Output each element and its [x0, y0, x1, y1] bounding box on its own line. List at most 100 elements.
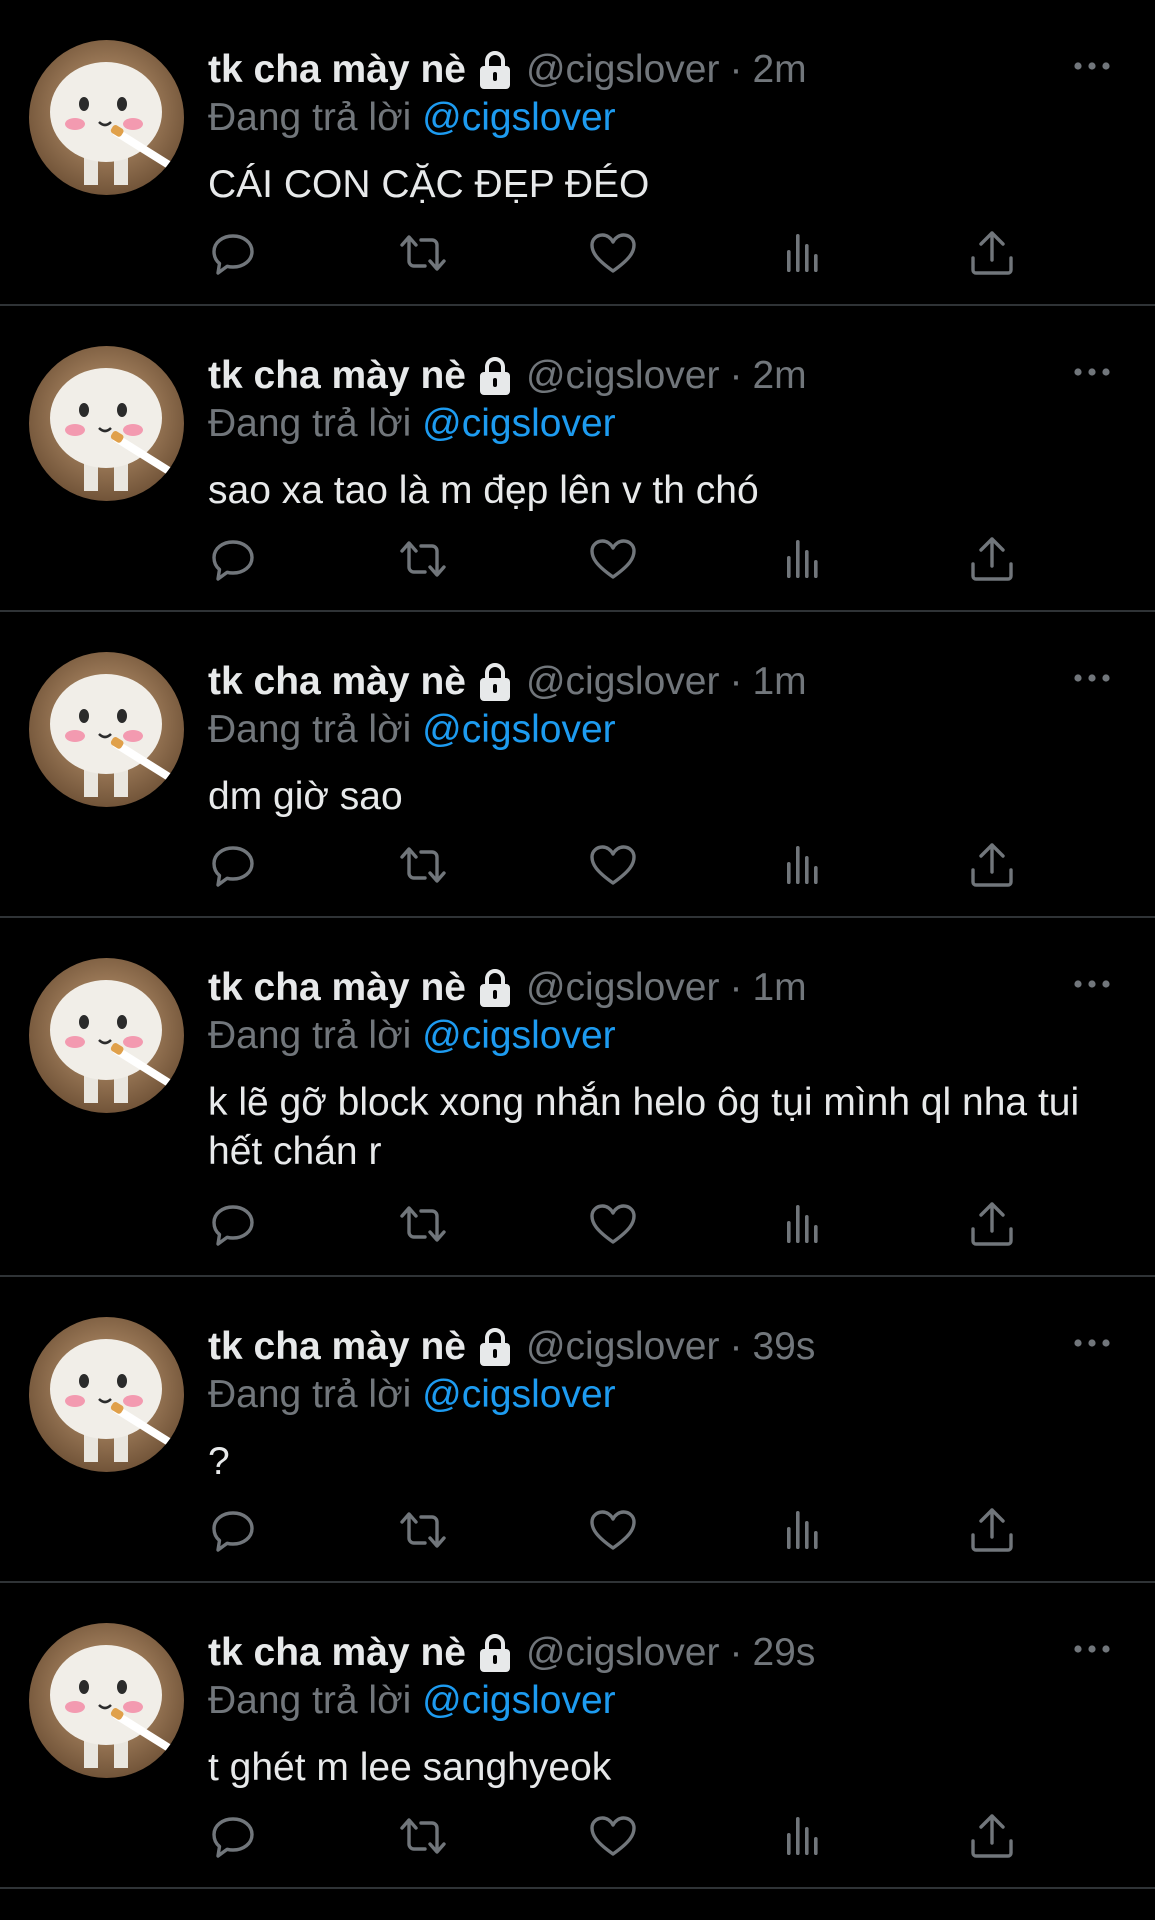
display-name[interactable]: tk cha mày nè — [208, 658, 466, 706]
separator-dot: · — [729, 354, 743, 397]
more-icon[interactable] — [1072, 1333, 1112, 1353]
reply-mention-link[interactable]: @cigslover — [422, 1014, 615, 1057]
user-handle[interactable]: @cigslover — [526, 352, 719, 400]
like-icon[interactable] — [588, 840, 638, 890]
reply-mention-link[interactable]: @cigslover — [422, 1679, 615, 1722]
tweet-text: sao xa tao là m đẹp lên v th chó — [208, 469, 759, 512]
separator-dot: · — [729, 966, 743, 1009]
more-icon[interactable] — [1072, 362, 1112, 382]
tweet[interactable]: tk cha mày nè @cigslover · 29s Đang trả … — [0, 1583, 1155, 1889]
tweet-text: k lẽ gỡ block xong nhắn helo ôg tụi mình… — [208, 1081, 1080, 1173]
tweet-header: tk cha mày nè @cigslover · 2m — [208, 352, 807, 400]
share-icon[interactable] — [967, 1811, 1017, 1861]
lock-icon — [478, 1327, 512, 1367]
reply-context: Đang trả lời @cigslover — [208, 1012, 616, 1060]
reply-prefix: Đang trả lời — [208, 1373, 412, 1416]
lock-icon — [478, 968, 512, 1008]
like-icon[interactable] — [588, 1505, 638, 1555]
more-icon[interactable] — [1072, 668, 1112, 688]
more-icon[interactable] — [1072, 1639, 1112, 1659]
reply-feed: tk cha mày nè @cigslover · 2m Đang trả l… — [0, 0, 1155, 1920]
more-icon[interactable] — [1072, 56, 1112, 76]
avatar[interactable] — [29, 1623, 184, 1778]
tweet-header: tk cha mày nè @cigslover · 1m — [208, 964, 807, 1012]
action-bar — [208, 1199, 1020, 1249]
share-icon[interactable] — [967, 1199, 1017, 1249]
timestamp[interactable]: 39s — [752, 1323, 815, 1371]
user-handle[interactable]: @cigslover — [526, 1629, 719, 1677]
share-icon[interactable] — [967, 534, 1017, 584]
views-icon[interactable] — [777, 228, 827, 278]
display-name[interactable]: tk cha mày nè — [208, 1323, 466, 1371]
display-name[interactable]: tk cha mày nè — [208, 352, 466, 400]
timestamp[interactable]: 2m — [752, 46, 806, 94]
user-handle[interactable]: @cigslover — [526, 658, 719, 706]
separator-dot: · — [729, 48, 743, 91]
retweet-icon[interactable] — [398, 228, 448, 278]
lock-icon — [478, 1633, 512, 1673]
separator-dot: · — [729, 1631, 743, 1674]
action-bar — [208, 840, 1020, 890]
views-icon[interactable] — [777, 534, 827, 584]
lock-icon — [478, 356, 512, 396]
reply-context: Đang trả lời @cigslover — [208, 1371, 616, 1419]
reply-icon[interactable] — [208, 1811, 258, 1861]
share-icon[interactable] — [967, 228, 1017, 278]
avatar[interactable] — [29, 652, 184, 807]
display-name[interactable]: tk cha mày nè — [208, 1629, 466, 1677]
retweet-icon[interactable] — [398, 1811, 448, 1861]
reply-prefix: Đang trả lời — [208, 96, 412, 139]
retweet-icon[interactable] — [398, 534, 448, 584]
timestamp[interactable]: 2m — [752, 352, 806, 400]
timestamp[interactable]: 1m — [752, 658, 806, 706]
avatar[interactable] — [29, 346, 184, 501]
reply-context: Đang trả lời @cigslover — [208, 94, 616, 142]
avatar[interactable] — [29, 1317, 184, 1472]
user-handle[interactable]: @cigslover — [526, 964, 719, 1012]
views-icon[interactable] — [777, 1811, 827, 1861]
more-icon[interactable] — [1072, 974, 1112, 994]
timestamp[interactable]: 29s — [752, 1629, 815, 1677]
retweet-icon[interactable] — [398, 1505, 448, 1555]
reply-icon[interactable] — [208, 1199, 258, 1249]
like-icon[interactable] — [588, 1199, 638, 1249]
reply-icon[interactable] — [208, 1505, 258, 1555]
display-name[interactable]: tk cha mày nè — [208, 964, 466, 1012]
avatar[interactable] — [29, 958, 184, 1113]
reply-icon[interactable] — [208, 228, 258, 278]
reply-icon[interactable] — [208, 840, 258, 890]
timestamp[interactable]: 1m — [752, 964, 806, 1012]
action-bar — [208, 534, 1020, 584]
tweet-text: t ghét m lee sanghyeok — [208, 1746, 612, 1789]
reply-mention-link[interactable]: @cigslover — [422, 402, 615, 445]
action-bar — [208, 1811, 1020, 1861]
user-handle[interactable]: @cigslover — [526, 1323, 719, 1371]
tweet[interactable]: tk cha mày nè @cigslover · 1m Đang trả l… — [0, 612, 1155, 918]
share-icon[interactable] — [967, 840, 1017, 890]
like-icon[interactable] — [588, 1811, 638, 1861]
reply-prefix: Đang trả lời — [208, 708, 412, 751]
reply-mention-link[interactable]: @cigslover — [422, 1373, 615, 1416]
retweet-icon[interactable] — [398, 840, 448, 890]
retweet-icon[interactable] — [398, 1199, 448, 1249]
action-bar — [208, 1505, 1020, 1555]
views-icon[interactable] — [777, 840, 827, 890]
reply-icon[interactable] — [208, 534, 258, 584]
reply-mention-link[interactable]: @cigslover — [422, 708, 615, 751]
tweet[interactable]: tk cha mày nè @cigslover · 1m Đang trả l… — [0, 918, 1155, 1277]
tweet[interactable]: tk cha mày nè @cigslover · 2m Đang trả l… — [0, 0, 1155, 306]
like-icon[interactable] — [588, 534, 638, 584]
reply-mention-link[interactable]: @cigslover — [422, 96, 615, 139]
views-icon[interactable] — [777, 1505, 827, 1555]
share-icon[interactable] — [967, 1505, 1017, 1555]
like-icon[interactable] — [588, 228, 638, 278]
tweet-text: dm giờ sao — [208, 775, 403, 818]
display-name[interactable]: tk cha mày nè — [208, 46, 466, 94]
tweet-header: tk cha mày nè @cigslover · 2m — [208, 46, 807, 94]
views-icon[interactable] — [777, 1199, 827, 1249]
tweet[interactable]: tk cha mày nè @cigslover · 39s Đang trả … — [0, 1277, 1155, 1583]
tweet[interactable]: tk cha mày nè @cigslover · 2m Đang trả l… — [0, 306, 1155, 612]
tweet-header: tk cha mày nè @cigslover · 1m — [208, 658, 807, 706]
user-handle[interactable]: @cigslover — [526, 46, 719, 94]
avatar[interactable] — [29, 40, 184, 195]
